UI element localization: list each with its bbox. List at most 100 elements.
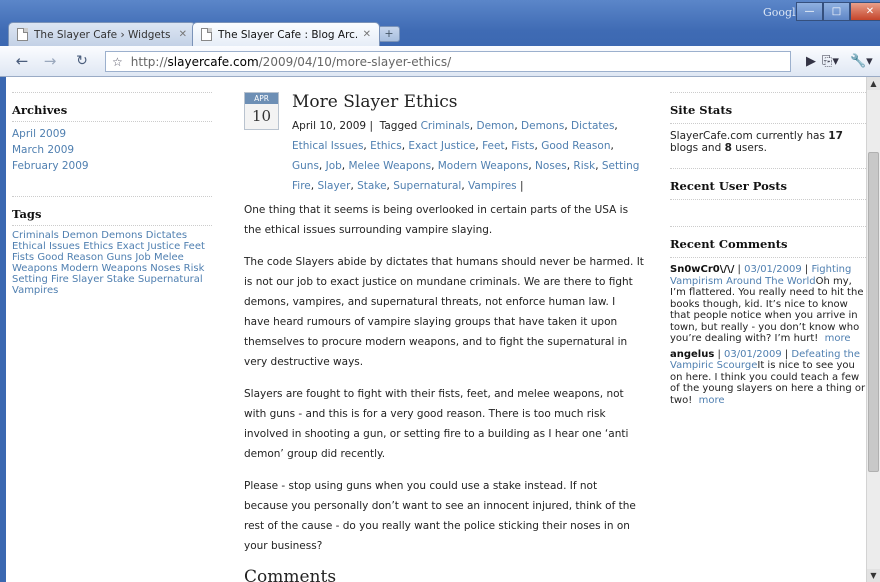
tag-link[interactable]: Noses xyxy=(150,263,180,274)
wrench-menu-icon[interactable]: 🔧▾ xyxy=(850,51,873,71)
comment-author: Sn0wCr0\/\/ xyxy=(670,264,735,275)
tag-link[interactable]: Guns xyxy=(292,160,319,172)
archive-link[interactable]: April 2009 xyxy=(12,128,66,140)
tag-link[interactable]: Vampires xyxy=(468,180,517,192)
tag-link[interactable]: Dictates xyxy=(146,230,187,241)
users-count: 8 xyxy=(724,142,732,154)
post-title: More Slayer Ethics xyxy=(292,92,458,112)
reload-icon[interactable]: ↻ xyxy=(72,51,92,71)
close-icon[interactable]: ✕ xyxy=(179,29,187,40)
right-sidebar: Site Stats SlayerCafe.com currently has … xyxy=(670,92,866,410)
tagged-label: Tagged xyxy=(379,120,418,132)
window-controls: — □ ✕ xyxy=(796,2,880,21)
address-bar[interactable]: ☆ http://slayercafe.com/2009/04/10/more-… xyxy=(105,51,791,72)
tag-link[interactable]: Criminals xyxy=(421,120,470,132)
tag-link[interactable]: Risk xyxy=(573,160,595,172)
tag-link[interactable]: Good Reason xyxy=(541,140,610,152)
tag-link[interactable]: Supernatural xyxy=(393,180,461,192)
tag-link[interactable]: Feet xyxy=(183,241,204,252)
tag-link[interactable]: Stake xyxy=(357,180,386,192)
tag-link[interactable]: Dictates xyxy=(571,120,614,132)
post-date: April 10, 2009 xyxy=(292,120,367,132)
tag-link[interactable]: Criminals xyxy=(12,230,59,241)
post-paragraph: Please - stop using guns when you could … xyxy=(244,480,636,552)
browser-chrome: The Slayer Cafe › Widgets ... ✕ The Slay… xyxy=(0,0,880,77)
left-sidebar: Archives April 2009 March 2009 February … xyxy=(12,92,212,314)
tab-title: The Slayer Cafe › Widgets ... xyxy=(34,28,173,41)
archives-heading: Archives xyxy=(12,92,212,122)
tag-link[interactable]: Exact Justice xyxy=(408,140,475,152)
tag-link[interactable]: Noses xyxy=(535,160,567,172)
scrollbar-thumb[interactable] xyxy=(868,152,879,472)
tag-link[interactable]: Demon xyxy=(476,120,514,132)
tag-link[interactable]: Job xyxy=(326,160,342,172)
scroll-up-icon[interactable]: ▲ xyxy=(867,77,880,90)
url-prefix: http:// xyxy=(130,54,168,69)
maximize-icon[interactable]: □ xyxy=(823,2,850,21)
close-icon[interactable]: ✕ xyxy=(363,29,371,40)
tag-link[interactable]: Ethics xyxy=(83,241,113,252)
tag-link[interactable]: Modern Weapons xyxy=(61,263,147,274)
page-icon xyxy=(201,28,212,41)
tag-link[interactable]: Ethical Issues xyxy=(292,140,363,152)
tag-link[interactable]: Melee Weapons xyxy=(348,160,431,172)
tag-link[interactable]: Good Reason xyxy=(37,252,103,263)
minimize-icon[interactable]: — xyxy=(796,2,823,21)
stats-mid: blogs and xyxy=(670,142,725,154)
post-paragraph: One thing that it seems is being overloo… xyxy=(244,204,629,236)
tag-link[interactable]: Job xyxy=(135,252,150,263)
page-icon xyxy=(17,28,28,41)
tab-strip: The Slayer Cafe › Widgets ... ✕ The Slay… xyxy=(8,22,628,46)
recent-comment: Sn0wCr0\/\/ | 03/01/2009 | Fighting Vamp… xyxy=(670,264,864,344)
tag-link[interactable]: Demons xyxy=(101,230,142,241)
tab-widgets[interactable]: The Slayer Cafe › Widgets ... ✕ xyxy=(8,22,196,46)
tag-link[interactable]: Exact Justice xyxy=(116,241,180,252)
blogs-count: 17 xyxy=(828,130,843,142)
page-viewport: Archives April 2009 March 2009 February … xyxy=(6,77,866,582)
date-badge-month: APR xyxy=(245,93,278,104)
star-icon[interactable]: ☆ xyxy=(112,55,123,69)
url-text: http://slayercafe.com/2009/04/10/more-sl… xyxy=(131,55,451,69)
archive-list: April 2009 March 2009 February 2009 xyxy=(12,126,212,174)
tab-title: The Slayer Cafe : Blog Arc... xyxy=(218,28,357,41)
comment-author: angelus xyxy=(670,348,715,360)
tag-link[interactable]: Modern Weapons xyxy=(438,160,529,172)
tag-link[interactable]: Slayer xyxy=(317,180,350,192)
tag-link[interactable]: Fists xyxy=(12,252,34,263)
tag-link[interactable]: Ethical Issues xyxy=(12,241,80,252)
tag-link[interactable]: Guns xyxy=(107,252,133,263)
tag-link[interactable]: Slayer xyxy=(72,274,103,285)
tag-cloud: Criminals Demon Demons Dictates Ethical … xyxy=(12,230,212,296)
tag-link[interactable]: Stake xyxy=(107,274,135,285)
tag-link[interactable]: Vampires xyxy=(12,285,58,296)
tag-link[interactable]: Supernatural xyxy=(138,274,203,285)
comment-more-link[interactable]: more xyxy=(699,395,725,406)
tag-link[interactable]: Fists xyxy=(511,140,534,152)
post-body: One thing that it seems is being overloo… xyxy=(244,200,644,568)
tags-heading: Tags xyxy=(12,196,212,226)
tag-link[interactable]: Demon xyxy=(62,230,98,241)
stats-prefix: SlayerCafe.com currently has xyxy=(670,130,829,142)
tag-link[interactable]: Risk xyxy=(184,263,205,274)
toolbar: ← → ↻ ☆ http://slayercafe.com/2009/04/10… xyxy=(0,46,880,77)
comment-date-link[interactable]: 03/01/2009 xyxy=(744,264,802,275)
archive-link[interactable]: February 2009 xyxy=(12,160,89,172)
tag-link[interactable]: Ethics xyxy=(370,140,402,152)
archive-link[interactable]: March 2009 xyxy=(12,144,74,156)
stats-suffix: users. xyxy=(731,142,767,154)
tab-blog-archive[interactable]: The Slayer Cafe : Blog Arc... ✕ xyxy=(192,22,380,46)
tag-link[interactable]: Feet xyxy=(482,140,505,152)
window-close-icon[interactable]: ✕ xyxy=(850,2,880,21)
new-tab-button[interactable]: + xyxy=(378,26,400,42)
tag-link[interactable]: Setting Fire xyxy=(12,274,69,285)
vertical-scrollbar[interactable]: ▲ ▼ xyxy=(866,77,880,582)
scroll-down-icon[interactable]: ▼ xyxy=(867,569,880,582)
go-icon[interactable]: ▶ xyxy=(806,51,816,71)
site-stats-heading: Site Stats xyxy=(670,92,866,124)
back-arrow-icon[interactable]: ← xyxy=(12,51,32,71)
comment-more-link[interactable]: more xyxy=(825,333,851,344)
comment-date-link[interactable]: 03/01/2009 xyxy=(724,349,782,360)
tag-link[interactable]: Demons xyxy=(521,120,564,132)
page-menu-icon[interactable]: ⎘▾ xyxy=(822,51,839,71)
forward-arrow-icon[interactable]: → xyxy=(40,51,60,71)
